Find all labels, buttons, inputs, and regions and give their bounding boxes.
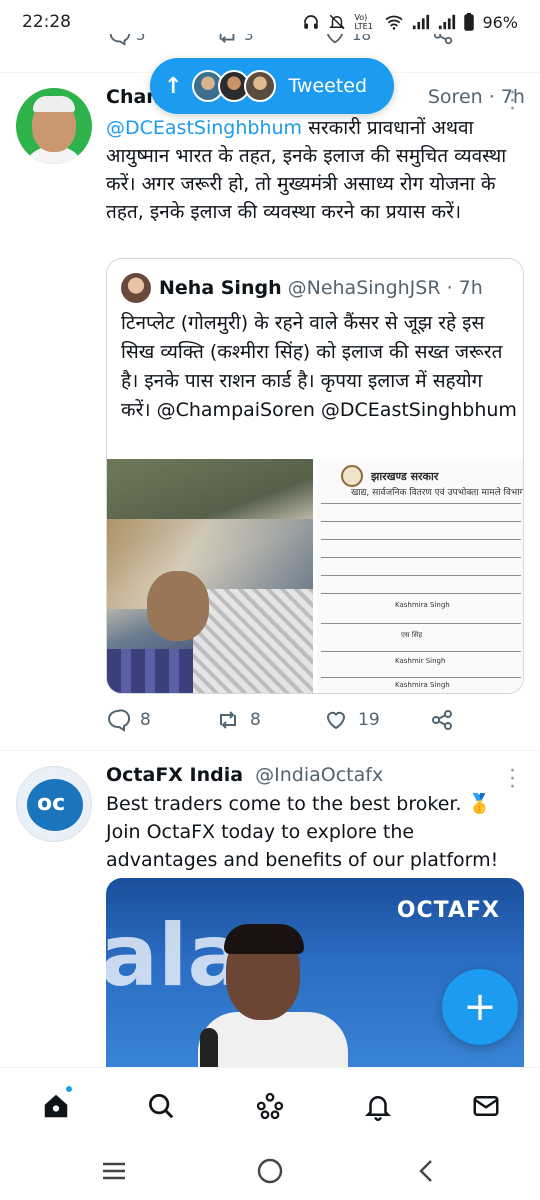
headphones-icon	[304, 15, 319, 29]
compose-tweet-button[interactable]: +	[442, 969, 518, 1045]
messages-icon[interactable]	[466, 1086, 506, 1126]
like-count: 18	[352, 34, 372, 44]
emblem-icon	[341, 465, 363, 487]
more-options-icon[interactable]: · · ·	[509, 83, 516, 121]
quoted-author-handle: @NehaSinghJSR · 7h	[287, 277, 483, 299]
retweet-count: 3	[244, 34, 254, 44]
share-icon	[432, 710, 452, 730]
home-icon[interactable]	[36, 1084, 76, 1126]
back-icon[interactable]	[406, 1155, 446, 1187]
bottom-navigation	[0, 1067, 540, 1141]
reply-button[interactable]: 8	[106, 708, 151, 732]
avatar	[244, 70, 277, 102]
retweet-button[interactable]: 8	[216, 708, 261, 732]
octafx-logo: OCTAFX	[396, 898, 500, 923]
tweet-actions: 8 8 19	[106, 708, 486, 738]
quoted-author-name: Neha Singh	[159, 277, 282, 299]
arrow-up-icon: ↑	[164, 73, 183, 99]
like-button[interactable]: 19	[324, 708, 380, 732]
battery-level: 96%	[482, 12, 518, 32]
member-name: Kashmira Singh	[395, 601, 450, 609]
like-button[interactable]: 18	[324, 34, 371, 46]
wifi-icon	[385, 15, 404, 30]
spaces-icon[interactable]	[250, 1086, 290, 1126]
share-icon	[433, 34, 453, 45]
promo-backdrop-text: ala	[106, 906, 246, 1006]
system-navigation	[0, 1141, 540, 1200]
document-title: झारखण्ड सरकार	[371, 470, 439, 483]
ration-card-photo[interactable]: झारखण्ड सरकार खाद्य, सार्वजनिक वितरण एवं…	[317, 459, 524, 693]
reply-button[interactable]: 5	[108, 34, 146, 46]
mute-bell-icon	[329, 14, 346, 30]
reply-icon	[109, 34, 130, 46]
like-count: 19	[358, 710, 380, 730]
share-button[interactable]	[430, 708, 454, 732]
plus-icon: +	[463, 984, 497, 1030]
tweet-header: OctaFX India @IndiaOctafx	[106, 764, 383, 786]
status-icons: Vo) LTE1 96%	[302, 13, 518, 32]
author-handle: @IndiaOctafx	[255, 764, 384, 786]
retweet-button[interactable]: 3	[216, 34, 254, 46]
recents-icon[interactable]	[94, 1155, 134, 1187]
more-options-icon[interactable]: · · ·	[509, 761, 516, 799]
tweeted-pill[interactable]: ↑ Tweeted	[150, 58, 394, 114]
signal-icon	[413, 14, 430, 30]
avatar	[121, 273, 151, 303]
signal-icon-2	[439, 14, 456, 30]
notifications-icon[interactable]	[358, 1086, 398, 1126]
reply-icon	[108, 709, 130, 732]
search-icon[interactable]	[141, 1086, 181, 1126]
quoted-tweet[interactable]: Neha Singh @NehaSinghJSR · 7h टिनप्लेट (…	[106, 258, 524, 694]
member-name: Kashmira Singh	[395, 681, 450, 689]
avatar[interactable]	[16, 88, 92, 164]
share-button[interactable]	[432, 34, 454, 46]
document-subtitle: खाद्य, सार्वजनिक वितरण एवं उपभोक्ता मामल…	[351, 488, 524, 498]
retweet-icon	[220, 711, 236, 729]
heart-icon	[326, 711, 346, 730]
retweet-count: 8	[250, 710, 261, 730]
retweet-icon	[219, 34, 235, 43]
previous-tweet-actions: 5 3 18	[108, 34, 508, 54]
network-label: Vo) LTE1	[354, 13, 373, 31]
patient-photo[interactable]	[107, 459, 313, 693]
tweeted-label: Tweeted	[288, 75, 368, 97]
member-name: Kashmir Singh	[395, 657, 446, 665]
battery-icon	[464, 13, 475, 31]
status-time: 22:28	[22, 12, 71, 32]
tweet-divider	[0, 750, 540, 751]
reply-count: 8	[140, 710, 151, 730]
author-name[interactable]: OctaFX India	[106, 764, 243, 786]
tweet-text: @DCEastSinghbhum सरकारी प्रावधानों अथवा …	[106, 114, 526, 226]
mention-link[interactable]: @DCEastSinghbhum	[106, 117, 302, 139]
member-name: एस सिंह	[401, 631, 423, 639]
pill-avatars	[192, 70, 277, 102]
unread-dot	[64, 1084, 74, 1094]
tweet-text: Best traders come to the best broker. 🥇 …	[106, 793, 499, 871]
quoted-header: Neha Singh @NehaSinghJSR · 7h	[121, 273, 483, 303]
avatar[interactable]: oc	[16, 766, 92, 842]
home-circle-icon[interactable]	[250, 1155, 290, 1187]
reply-count: 5	[136, 34, 146, 44]
quoted-text: टिनप्लेट (गोलमुरी) के रहने वाले कैंसर से…	[121, 312, 517, 421]
heart-icon	[327, 34, 343, 44]
